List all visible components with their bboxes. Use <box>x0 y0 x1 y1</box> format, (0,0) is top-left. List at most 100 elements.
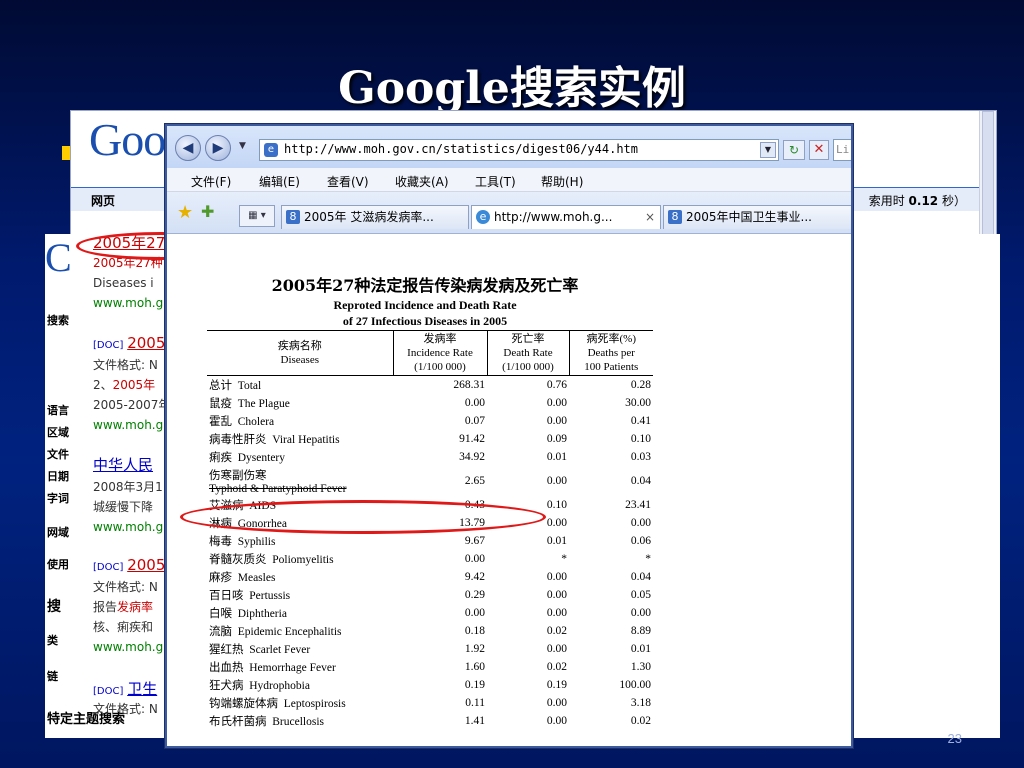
forward-icon[interactable]: ▶ <box>205 135 231 161</box>
table-row: 麻疹 Measles 9.42 0.00 0.04 <box>207 568 653 586</box>
disease-name-cell: 流脑 Epidemic Encephalitis <box>207 622 393 640</box>
add-favorite-icon[interactable]: ✚ <box>201 202 214 221</box>
result-link[interactable]: [DOC] 2005 <box>93 556 165 577</box>
google-logo[interactable]: Goo <box>89 113 166 166</box>
inc-cell: 0.11 <box>465 696 485 709</box>
disease-cn: 钩端螺旋体病 <box>209 697 278 710</box>
quick-tabs-icon[interactable]: ▦ ▾ <box>239 205 275 227</box>
disease-en: Typhoid & Paratyphoid Fever <box>209 482 347 495</box>
stop-icon[interactable]: ✕ <box>809 140 829 160</box>
result-title[interactable]: 2005 <box>127 556 165 574</box>
result-url-text[interactable]: www.moh.g <box>93 640 163 654</box>
disease-name-cell: 猩红热 Scarlet Fever <box>207 640 393 658</box>
menu-favorites[interactable]: 收藏夹(A) <box>395 173 449 190</box>
header-text: (1/100 000) <box>502 361 554 373</box>
browser-window: ◀ ▶ ▼ e http://www.moh.gov.cn/statistics… <box>165 124 853 748</box>
result-link[interactable]: 中华人民 <box>93 456 153 475</box>
death-cell: 0.00 <box>546 642 567 655</box>
sidebar-item[interactable]: 语言 <box>47 402 69 418</box>
fatal-cell: 0.03 <box>630 450 651 463</box>
inc-cell: 1.60 <box>464 660 485 673</box>
disease-cn: 总计 <box>209 379 232 392</box>
disease-cn: 脊髓灰质炎 <box>209 553 267 566</box>
sidebar-item[interactable]: 区域 <box>47 424 69 440</box>
result-snippet-prefix: 报告 <box>93 600 118 614</box>
disease-name-cell: 霍乱 Cholera <box>207 412 393 430</box>
sidebar-item[interactable]: 网域 <box>47 524 69 540</box>
sidebar-item[interactable]: 链 <box>47 668 58 684</box>
disease-en: Diphtheria <box>237 607 287 620</box>
favorites-star-icon[interactable]: ★ <box>177 202 193 223</box>
sidebar-item[interactable]: 搜 <box>47 596 61 616</box>
tab-health-report[interactable]: 8 2005年中国卫生事业... <box>663 205 851 229</box>
disease-cn: 麻疹 <box>209 571 232 584</box>
doc-tag: [DOC] <box>93 340 124 351</box>
result-url-text[interactable]: www.moh.g <box>93 520 163 534</box>
address-dropdown-icon[interactable]: ▼ <box>760 142 776 158</box>
inc-cell: 34.92 <box>459 450 485 463</box>
slide-title: Google搜索实例 <box>338 63 686 114</box>
disease-cn: 百日咳 <box>209 589 244 602</box>
google-logo-small[interactable]: C <box>45 234 72 281</box>
menu-edit[interactable]: 编辑(E) <box>259 173 300 190</box>
doc-tag: [DOC] <box>93 562 124 573</box>
result-link[interactable]: [DOC] 2005 <box>93 334 165 355</box>
address-text[interactable]: http://www.moh.gov.cn/statistics/digest0… <box>284 142 638 156</box>
table-row: 霍乱 Cholera 0.07 0.00 0.41 <box>207 412 653 430</box>
sidebar-item[interactable]: 日期 <box>47 468 69 484</box>
address-bar[interactable]: e http://www.moh.gov.cn/statistics/diges… <box>259 139 779 161</box>
menu-tools[interactable]: 工具(T) <box>475 173 516 190</box>
result-snippet: 2、2005年 <box>93 376 155 394</box>
table-header-row: 疾病名称 Diseases 发病率 Incidence Rate (1/100 000… <box>207 330 653 376</box>
sidebar-item[interactable]: 字词 <box>47 490 69 506</box>
disease-en: Scarlet Fever <box>249 643 311 656</box>
inc-cell: 0.00 <box>464 606 485 619</box>
result-snippet: 核、痢疾和 <box>93 618 153 636</box>
sidebar-item[interactable]: 文件 <box>47 446 69 462</box>
search-input[interactable]: Li <box>833 139 851 161</box>
result-title[interactable]: 中华人民 <box>93 456 153 474</box>
col-death: 死亡率 Death Rate (1/100 000) <box>486 330 569 376</box>
close-tab-icon[interactable]: × <box>645 206 655 228</box>
tab-moh-page[interactable]: e http://www.moh.g... × <box>471 205 661 229</box>
result-url-text[interactable]: www.moh.g <box>93 418 163 432</box>
history-dropdown-icon[interactable]: ▼ <box>239 141 246 151</box>
back-icon[interactable]: ◀ <box>175 135 201 161</box>
disease-en: Hydrophobia <box>249 679 310 692</box>
inc-cell: 0.29 <box>464 588 485 601</box>
tab-aids-incidence[interactable]: 8 2005年 艾滋病发病率... <box>281 205 469 229</box>
menu-file[interactable]: 文件(F) <box>191 173 231 190</box>
result-title[interactable]: 2005 <box>127 334 165 352</box>
result-snippet-text: 文件格式: N <box>93 580 158 594</box>
result-link[interactable]: [DOC] 卫生 <box>93 680 157 701</box>
disease-name-cell: 狂犬病 Hydrophobia <box>207 676 393 694</box>
result-url[interactable]: www.moh.g <box>93 416 163 434</box>
sidebar-item[interactable]: 搜索 <box>47 312 69 328</box>
disease-en: Poliomyelitis <box>272 553 334 566</box>
disease-en: Dysentery <box>237 451 286 464</box>
inc-cell: 9.67 <box>464 534 485 547</box>
fatal-cell: 23.41 <box>625 498 651 511</box>
menu-view[interactable]: 查看(V) <box>327 173 369 190</box>
menu-help[interactable]: 帮助(H) <box>541 173 583 190</box>
result-snippet: 文件格式: N <box>93 700 158 718</box>
disease-cn: 伤寒副伤寒 <box>209 469 267 482</box>
result-url[interactable]: www.moh.g <box>93 638 163 656</box>
result-title[interactable]: 卫生 <box>127 680 157 698</box>
result-url[interactable]: www.moh.g <box>93 294 163 312</box>
disease-name-cell: 出血热 Hemorrhage Fever <box>207 658 393 676</box>
table-row: 鼠疫 The Plague 0.00 0.00 30.00 <box>207 394 653 412</box>
disease-en: Measles <box>237 571 276 584</box>
result-url[interactable]: www.moh.g <box>93 518 163 536</box>
tab-label: http://www.moh.g... <box>494 210 613 224</box>
death-cell: 0.00 <box>546 414 567 427</box>
result-snippet-text: 2005-2007年 <box>93 398 171 412</box>
sidebar-item[interactable]: 类 <box>47 632 58 648</box>
refresh-icon[interactable]: ↻ <box>783 140 805 160</box>
fatal-cell: 0.00 <box>630 606 651 619</box>
tab-web[interactable]: 网页 <box>91 192 115 209</box>
sidebar-item[interactable]: 使用 <box>47 556 69 572</box>
fatal-cell: 0.10 <box>630 432 651 445</box>
google-tab-icon: 8 <box>668 210 682 224</box>
result-url-text[interactable]: www.moh.g <box>93 296 163 310</box>
